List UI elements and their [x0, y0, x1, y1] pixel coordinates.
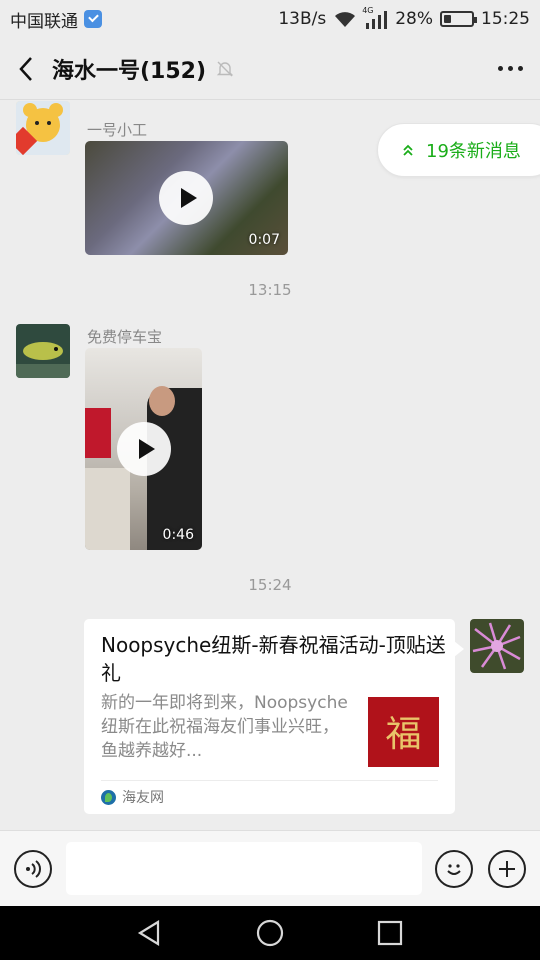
network-speed: 13B/s [278, 9, 327, 29]
bell-off-icon [216, 61, 234, 76]
video-duration: 0:46 [162, 527, 194, 543]
video-duration: 0:07 [248, 232, 280, 248]
avatar[interactable] [16, 101, 70, 155]
chat-title: 海水一号(152) [52, 58, 207, 84]
plus-icon [499, 861, 515, 877]
video-message[interactable]: 0:07 [85, 141, 288, 255]
play-icon[interactable] [159, 171, 213, 225]
avatar[interactable] [470, 619, 524, 673]
notification-app-icon [84, 10, 102, 28]
link-message-card[interactable]: Noopsyche纽斯-新春祝福活动-顶贴送礼 新的一年即将到来，Noopsyc… [84, 619, 464, 814]
new-messages-button[interactable]: 19条新消息 [377, 123, 540, 177]
input-bar [0, 830, 540, 906]
sender-name: 免费停车宝 [87, 328, 163, 346]
source-logo-icon [101, 789, 116, 805]
card-divider [101, 780, 438, 781]
square-recent-icon [377, 920, 403, 946]
more-options-button[interactable] [480, 38, 540, 100]
nav-back-button[interactable] [130, 913, 170, 953]
voice-button[interactable] [14, 850, 52, 888]
message-list[interactable]: 一号小工 0:07 13:15 免费停车宝 0:46 15:24 Noopsyc… [0, 101, 540, 830]
link-title: Noopsyche纽斯-新春祝福活动-顶贴送礼 [101, 633, 446, 685]
battery-percent: 28% [395, 9, 433, 29]
link-source: 海友网 [101, 787, 164, 807]
more-dot-icon [507, 66, 513, 71]
message-input[interactable] [66, 842, 422, 895]
battery-icon [440, 11, 477, 27]
play-icon[interactable] [117, 422, 171, 476]
nav-recent-button[interactable] [370, 913, 410, 953]
avatar[interactable] [16, 324, 70, 378]
link-description: 新的一年即将到来，Noopsyche纽斯在此祝福海友们事业兴旺，鱼越养越好... [101, 693, 348, 761]
triangle-back-icon [137, 920, 160, 946]
link-source-name: 海友网 [122, 790, 164, 806]
emoji-button[interactable] [435, 850, 473, 888]
voice-icon [26, 860, 41, 878]
circle-home-icon [256, 919, 284, 947]
system-nav-bar [0, 906, 540, 960]
carrier-name: 中国联通 [10, 11, 78, 32]
new-messages-label: 19条新消息 [426, 141, 521, 162]
more-functions-button[interactable] [488, 850, 526, 888]
status-bar: 中国联通 13B/s 4G 28% 15:25 [0, 0, 540, 38]
chevron-left-icon [19, 56, 32, 81]
link-thumbnail: 福 [368, 697, 439, 767]
message-timestamp: 13:15 [248, 281, 292, 299]
wifi-icon [335, 12, 356, 27]
video-message[interactable]: 0:46 [85, 348, 202, 550]
double-chevron-up-icon [403, 144, 413, 156]
emoji-icon [447, 864, 461, 875]
battery-fill [444, 15, 452, 23]
back-button[interactable] [0, 38, 52, 100]
more-dot-icon [517, 66, 523, 71]
clock: 15:25 [481, 9, 530, 29]
message-timestamp: 15:24 [248, 576, 292, 594]
chat-header: 海水一号(152) [0, 38, 540, 100]
network-type: 4G [362, 6, 374, 15]
nav-home-button[interactable] [250, 913, 290, 953]
thumbnail-text: 福 [385, 714, 422, 755]
more-dot-icon [497, 66, 503, 71]
sender-name: 一号小工 [87, 121, 148, 139]
cell-signal-icon: 4G [362, 6, 388, 29]
